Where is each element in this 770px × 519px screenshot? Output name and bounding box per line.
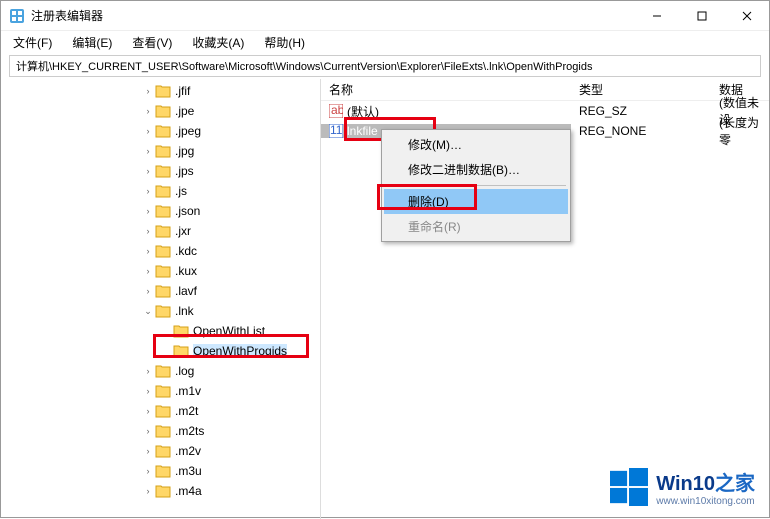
tree-item-label: .jps (175, 164, 194, 178)
menu-separator (386, 185, 566, 186)
tree-item-label: .m4a (175, 484, 202, 498)
tree-item-label: .m1v (175, 384, 201, 398)
menu-favorites[interactable]: 收藏夹(A) (186, 32, 250, 53)
tree-item[interactable]: › .js (141, 181, 320, 201)
tree-item[interactable]: › .m3u (141, 461, 320, 481)
window-controls (634, 1, 769, 30)
expand-toggle[interactable]: › (141, 226, 155, 236)
title-bar: 注册表编辑器 (1, 1, 769, 31)
list-row[interactable]: ab(默认)REG_SZ(数值未设 (321, 101, 769, 121)
menu-view[interactable]: 查看(V) (126, 32, 178, 53)
tree-item[interactable]: › .m2ts (141, 421, 320, 441)
tree-view[interactable]: › .jfif › .jpe › .jpeg › .jpg › .jps › .js › .json › .j… (1, 79, 321, 519)
cell-data: (长度为零 (711, 114, 769, 148)
tree-item-label: .m2ts (175, 424, 204, 438)
tree-item-label: .jpe (175, 104, 194, 118)
menu-file[interactable]: 文件(F) (7, 32, 58, 53)
expand-toggle[interactable]: › (141, 466, 155, 476)
tree-item-label: .lnk (175, 304, 194, 318)
menu-edit[interactable]: 编辑(E) (66, 32, 118, 53)
address-bar[interactable]: 计算机\HKEY_CURRENT_USER\Software\Microsoft… (9, 55, 761, 77)
col-name[interactable]: 名称 (321, 81, 571, 98)
expand-toggle[interactable]: ⌄ (141, 306, 155, 317)
tree-item-label: .js (175, 184, 187, 198)
tree-item-label: .jxr (175, 224, 191, 238)
tree-item-label: .jfif (175, 84, 190, 98)
tree-item[interactable]: › .jpe (141, 101, 320, 121)
expand-toggle[interactable]: › (141, 86, 155, 96)
context-menu: 修改(M)… 修改二进制数据(B)… 删除(D) 重命名(R) (381, 129, 571, 242)
list-header: 名称 类型 数据 (321, 79, 769, 101)
tree-item-label: .m3u (175, 464, 202, 478)
cell-type: REG_NONE (571, 124, 711, 138)
tree-item[interactable]: › .jxr (141, 221, 320, 241)
maximize-button[interactable] (679, 1, 724, 30)
tree-item[interactable]: › .kux (141, 261, 320, 281)
expand-toggle[interactable]: › (141, 486, 155, 496)
watermark-brand: Win10 (656, 473, 715, 495)
window-title: 注册表编辑器 (31, 7, 634, 24)
expand-toggle[interactable]: › (141, 386, 155, 396)
tree-item[interactable]: › .log (141, 361, 320, 381)
menu-item-modify[interactable]: 修改(M)… (384, 132, 568, 157)
menu-item-delete[interactable]: 删除(D) (384, 189, 568, 214)
expand-toggle[interactable]: › (141, 446, 155, 456)
expand-toggle[interactable]: › (141, 206, 155, 216)
watermark-brand2: 之家 (715, 473, 755, 495)
watermark-url: www.win10xitong.com (656, 496, 755, 507)
expand-toggle[interactable]: › (141, 146, 155, 156)
tree-item[interactable]: › .jfif (141, 81, 320, 101)
tree-item[interactable]: › .lavf (141, 281, 320, 301)
tree-item-label: .log (175, 364, 194, 378)
tree-item-label: .kux (175, 264, 197, 278)
tree-item[interactable]: › .jpg (141, 141, 320, 161)
close-button[interactable] (724, 1, 769, 30)
tree-item[interactable]: › .m2t (141, 401, 320, 421)
tree-item[interactable]: OpenWithList (141, 321, 320, 341)
svg-text:110: 110 (330, 124, 343, 137)
minimize-button[interactable] (634, 1, 679, 30)
tree-item[interactable]: ⌄ .lnk (141, 301, 320, 321)
tree-item[interactable]: › .jps (141, 161, 320, 181)
tree-item-label: .lavf (175, 284, 197, 298)
menu-bar: 文件(F) 编辑(E) 查看(V) 收藏夹(A) 帮助(H) (1, 31, 769, 53)
expand-toggle[interactable]: › (141, 246, 155, 256)
expand-toggle[interactable]: › (141, 266, 155, 276)
tree-item-label: .jpeg (175, 124, 201, 138)
tree-item[interactable]: › .m2v (141, 441, 320, 461)
tree-item-label: .jpg (175, 144, 194, 158)
tree-item-label: .m2t (175, 404, 198, 418)
expand-toggle[interactable]: › (141, 426, 155, 436)
svg-text:ab: ab (331, 104, 343, 117)
expand-toggle[interactable]: › (141, 166, 155, 176)
col-type[interactable]: 类型 (571, 81, 711, 98)
cell-type: REG_SZ (571, 104, 711, 118)
expand-toggle[interactable]: › (141, 366, 155, 376)
expand-toggle[interactable]: › (141, 186, 155, 196)
tree-item[interactable]: OpenWithProgids (141, 341, 320, 361)
expand-toggle[interactable]: › (141, 286, 155, 296)
tree-item[interactable]: › .kdc (141, 241, 320, 261)
menu-item-rename[interactable]: 重命名(R) (384, 214, 568, 239)
tree-item-label: .json (175, 204, 200, 218)
windows-logo-icon (610, 468, 648, 506)
tree-item-label: .m2v (175, 444, 201, 458)
tree-item[interactable]: › .m4a (141, 481, 320, 501)
tree-item[interactable]: › .m1v (141, 381, 320, 401)
tree-item-label: OpenWithProgids (193, 344, 287, 358)
watermark: Win10之家 www.win10xitong.com (610, 467, 755, 507)
tree-item[interactable]: › .json (141, 201, 320, 221)
menu-help[interactable]: 帮助(H) (258, 32, 311, 53)
tree-item[interactable]: › .jpeg (141, 121, 320, 141)
tree-item-label: OpenWithList (193, 324, 265, 338)
cell-name: ab(默认) (321, 103, 571, 120)
expand-toggle[interactable]: › (141, 126, 155, 136)
watermark-text: Win10之家 www.win10xitong.com (656, 467, 755, 507)
menu-item-modify-binary[interactable]: 修改二进制数据(B)… (384, 157, 568, 182)
regedit-icon (9, 8, 25, 24)
tree-item-label: .kdc (175, 244, 197, 258)
expand-toggle[interactable]: › (141, 106, 155, 116)
expand-toggle[interactable]: › (141, 406, 155, 416)
